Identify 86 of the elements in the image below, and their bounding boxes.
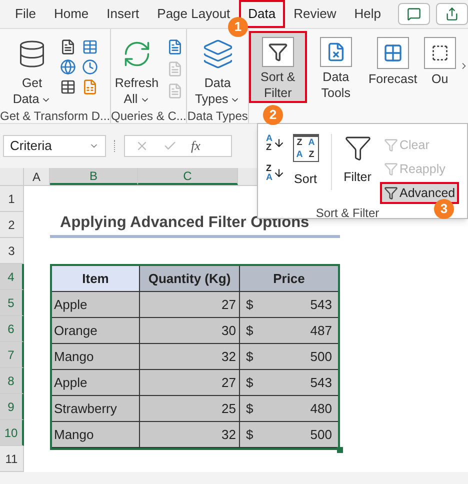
table-cell: 27 <box>140 292 240 317</box>
column-header[interactable]: C <box>138 168 238 185</box>
table-icon[interactable] <box>82 39 98 55</box>
group-label: Get & Transform D... <box>0 108 110 125</box>
menu-tab[interactable]: Home <box>44 0 98 28</box>
sort-ascending-button[interactable]: A Z <box>266 134 284 152</box>
menu-tab[interactable]: Help <box>345 0 390 28</box>
row-header[interactable]: 11 <box>0 446 24 472</box>
table-header-cell: Item <box>52 266 140 291</box>
filter-icon <box>384 162 398 176</box>
table-cell: 25 <box>140 396 240 421</box>
name-box[interactable]: Criteria <box>3 135 106 157</box>
sort-descending-button[interactable]: Z A <box>266 164 284 182</box>
currency-cell-text: $ <box>246 374 254 392</box>
group-label: Sort & Filter <box>316 205 380 220</box>
table-cell: Mango <box>52 344 140 369</box>
menu-tab[interactable]: Review <box>284 0 346 28</box>
sort-icon: Z A A Z <box>292 134 318 162</box>
row-header[interactable]: 7 <box>0 342 24 368</box>
table-cell-text: 543 <box>310 296 332 314</box>
comment-button[interactable] <box>398 3 430 25</box>
table-cell: 32 <box>140 422 240 447</box>
ribbon-button-label[interactable]: Get Data <box>12 75 52 107</box>
outline-icon <box>424 37 456 69</box>
currency-cell-text: $ <box>246 322 254 340</box>
filter-icon <box>384 138 398 152</box>
row-header[interactable]: 8 <box>0 368 24 394</box>
sort-button[interactable]: Sort <box>294 170 317 189</box>
table-cell-text: 500 <box>310 348 332 366</box>
group-label: Queries & C... <box>111 108 186 125</box>
share-button[interactable] <box>436 3 468 25</box>
comment-icon <box>407 7 421 21</box>
table-cell-text: 480 <box>310 400 332 418</box>
row-header[interactable]: 4 <box>0 264 24 290</box>
table-cell: 32 <box>140 344 240 369</box>
filter-icon <box>384 186 398 200</box>
row-header[interactable]: 3 <box>0 238 24 264</box>
filter-icon <box>344 134 372 162</box>
currency-cell-text: $ <box>246 296 254 314</box>
row-header[interactable]: 6 <box>0 316 24 342</box>
row-header[interactable]: 1 <box>0 186 24 212</box>
table-cell: Apple <box>52 370 140 395</box>
row-header[interactable]: 9 <box>0 394 24 420</box>
step-badge: 1 <box>228 17 248 37</box>
row-header[interactable]: 2 <box>0 212 24 238</box>
text-file-icon[interactable] <box>60 39 76 55</box>
group-label: Data Types <box>187 108 248 125</box>
clock-icon[interactable] <box>82 59 98 75</box>
currency-cell-text: $ <box>246 426 254 444</box>
ribbon-button[interactable]: Sort & Filter <box>248 31 307 103</box>
table-cell: Orange <box>52 318 140 343</box>
table-cell-text: 487 <box>310 322 332 340</box>
arrow-down-icon <box>272 136 284 150</box>
table-cell: 30 <box>140 318 240 343</box>
layers-icon <box>202 37 234 71</box>
table-cell: 27 <box>140 370 240 395</box>
ribbon-button[interactable]: Data Tools <box>310 31 361 103</box>
function-icon[interactable]: fx <box>191 136 200 156</box>
ribbon-button-label[interactable]: Refresh All <box>114 75 159 107</box>
table-cell-text: 543 <box>310 374 332 392</box>
menu-tab[interactable]: File <box>6 0 45 28</box>
row-header[interactable]: 5 <box>0 290 24 316</box>
table-header-cell: Quantity (Kg) <box>140 266 240 291</box>
currency-cell-text: $ <box>246 400 254 418</box>
arrow-down-icon <box>272 166 284 180</box>
ribbon-button-label[interactable]: Data Types <box>194 75 240 107</box>
table-cell: Mango <box>52 422 140 447</box>
table-icon[interactable] <box>60 79 76 95</box>
filter-icon <box>262 37 294 67</box>
web-icon[interactable] <box>60 59 76 75</box>
menu-tab[interactable]: Insert <box>98 0 148 28</box>
share-icon <box>445 7 459 21</box>
filter-button[interactable]: Filter <box>344 168 372 187</box>
table-header-cell: Price <box>240 266 338 291</box>
query-tool-icon[interactable] <box>166 39 183 55</box>
ribbon-button[interactable]: Ou <box>424 31 455 103</box>
ribbon-button[interactable]: Forecast <box>364 31 421 103</box>
fill-handle[interactable] <box>337 447 343 453</box>
row-header[interactable]: 10 <box>0 420 24 446</box>
currency-cell-text: $ <box>246 348 254 366</box>
table-cell-text: 500 <box>310 426 332 444</box>
table-cell: Apple <box>52 292 140 317</box>
file-icon[interactable] <box>82 79 98 95</box>
table-cell: Strawberry <box>52 396 140 421</box>
filter-menu-item[interactable]: Advanced <box>380 182 460 204</box>
column-header[interactable]: B <box>50 168 138 185</box>
